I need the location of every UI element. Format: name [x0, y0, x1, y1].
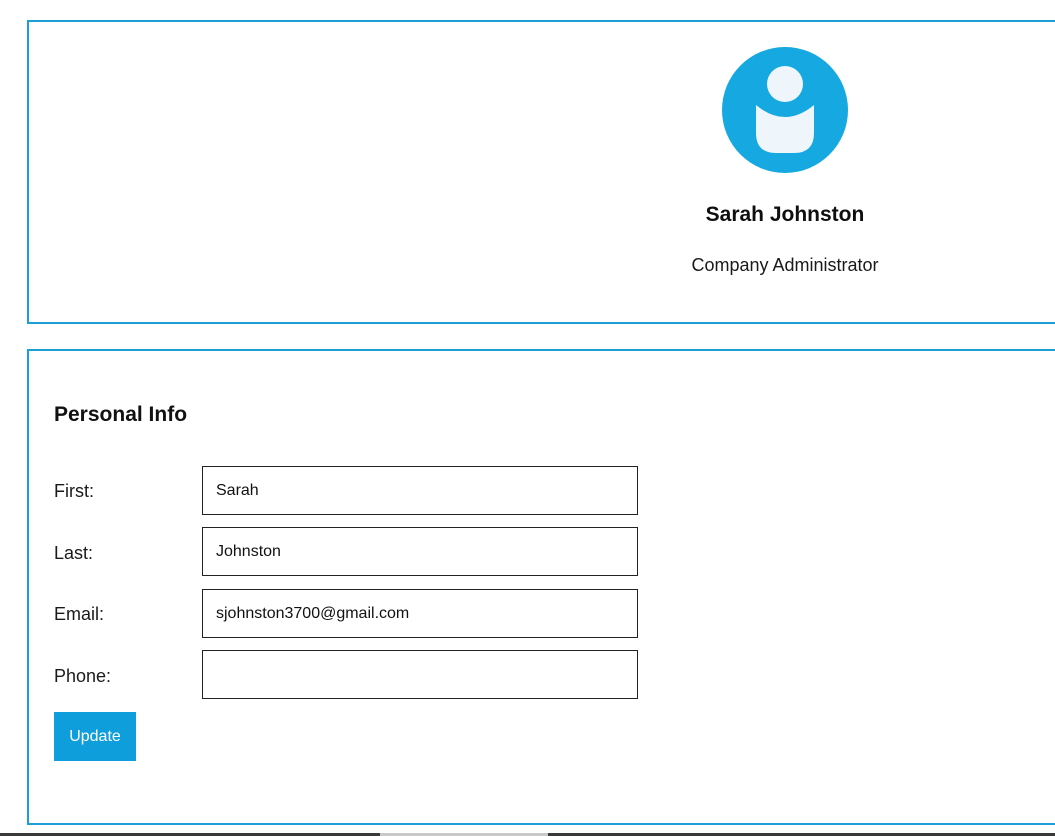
user-avatar-icon: [722, 47, 848, 173]
email-label: Email:: [54, 604, 105, 624]
user-silhouette-icon: [756, 66, 814, 153]
profile-role: Company Administrator: [691, 255, 879, 275]
phone-label: Phone:: [54, 666, 112, 686]
profile-name: Sarah Johnston: [705, 203, 865, 226]
first-name-field[interactable]: [202, 466, 638, 515]
update-button[interactable]: Update: [54, 712, 136, 761]
phone-field[interactable]: [202, 650, 638, 699]
section-title: Personal Info: [54, 403, 188, 426]
first-name-label: First:: [54, 481, 94, 501]
personal-info-card: Personal Info First: Last: Email: Phone:…: [27, 349, 1055, 825]
profile-card: Sarah Johnston Company Administrator: [27, 20, 1055, 324]
last-name-field[interactable]: [202, 527, 638, 576]
last-name-label: Last:: [54, 543, 94, 563]
email-field[interactable]: [202, 589, 638, 638]
